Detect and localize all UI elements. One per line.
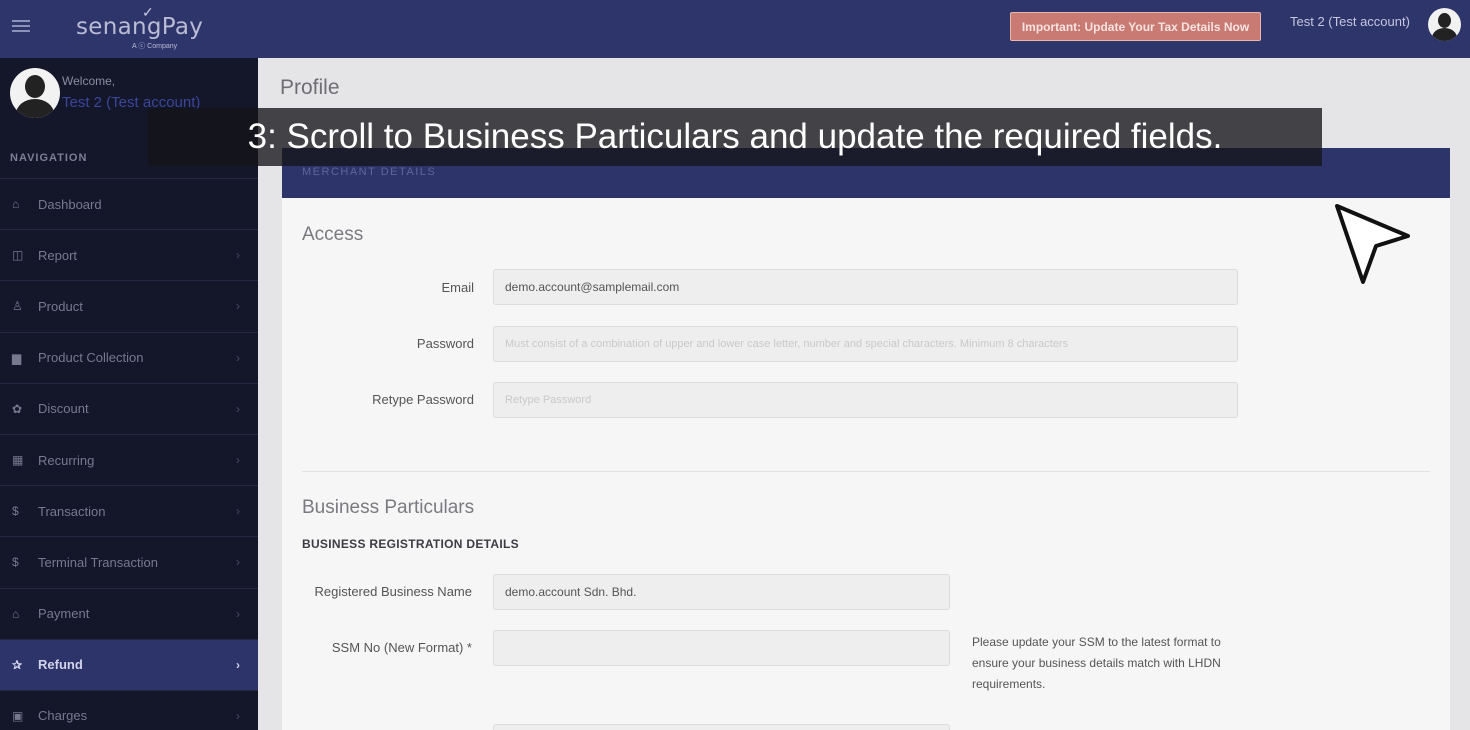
next-field[interactable] bbox=[493, 724, 950, 730]
dollar-icon: $ bbox=[12, 504, 19, 519]
sidebar-item-label: Product bbox=[38, 298, 83, 314]
sidebar-item-label: Discount bbox=[38, 401, 89, 417]
sidebar-item-label: Dashboard bbox=[38, 196, 102, 212]
password-field[interactable]: Must consist of a combination of upper a… bbox=[493, 326, 1238, 362]
dollar-icon: $ bbox=[12, 555, 19, 570]
chevron-right-icon: › bbox=[236, 708, 240, 723]
business-name-label: Registered Business Name bbox=[314, 584, 472, 599]
ssm-number-label: SSM No (New Format) * bbox=[331, 640, 472, 655]
panel-header-title: MERCHANT DETAILS bbox=[302, 166, 437, 178]
sidebar-item-label: Recurring bbox=[38, 452, 95, 468]
sidebar-item-charges[interactable]: ▣ Charges › bbox=[0, 689, 258, 730]
business-name-field[interactable]: demo.account Sdn. Bhd. bbox=[493, 574, 950, 610]
nav-list: ⌂ Dashboard ◫ Report › ♙ Product › ▆ Product Coll… bbox=[0, 178, 258, 730]
merchant-details-panel: MERCHANT DETAILS Access Email demo.accou… bbox=[282, 148, 1450, 730]
money-icon: ▣ bbox=[12, 708, 24, 723]
sidebar-item-transaction[interactable]: $ Transaction › bbox=[0, 485, 258, 536]
chevron-right-icon: › bbox=[236, 504, 240, 519]
sidebar-item-refund[interactable]: ✰ Refund › bbox=[0, 638, 258, 690]
welcome-label: Welcome, bbox=[62, 74, 116, 88]
bank-icon: ⌂ bbox=[12, 606, 20, 621]
sidebar-item-dashboard[interactable]: ⌂ Dashboard bbox=[0, 178, 258, 229]
sidebar-item-label: Transaction bbox=[38, 503, 106, 519]
chevron-right-icon: › bbox=[236, 452, 240, 467]
business-section-title: Business Particulars bbox=[302, 497, 475, 518]
retype-password-label: Retype Password bbox=[372, 392, 474, 407]
access-section-title: Access bbox=[302, 224, 364, 245]
home-icon: ⌂ bbox=[12, 197, 20, 212]
tutorial-caption: 3: Scroll to Business Particulars and up… bbox=[148, 108, 1322, 166]
chevron-right-icon: › bbox=[236, 299, 240, 314]
update-tax-details-button[interactable]: Important: Update Your Tax Details Now bbox=[1010, 12, 1261, 41]
chevron-right-icon: › bbox=[236, 248, 240, 263]
gift-icon: ✿ bbox=[12, 401, 23, 416]
email-label: Email bbox=[441, 280, 474, 295]
user-avatar-icon[interactable] bbox=[1428, 8, 1461, 41]
chevron-right-icon: › bbox=[236, 401, 240, 416]
sidebar-item-discount[interactable]: ✿ Discount › bbox=[0, 382, 258, 434]
chevron-right-icon: › bbox=[236, 555, 240, 570]
sidebar-item-label: Charges bbox=[38, 708, 88, 724]
sidebar-item-label: Product Collection bbox=[38, 350, 144, 366]
chevron-right-icon: › bbox=[236, 657, 240, 672]
sidebar-item-product-collection[interactable]: ▆ Product Collection › bbox=[0, 331, 258, 383]
sidebar-item-recurring[interactable]: ▦ Recurring › bbox=[0, 433, 258, 485]
user-menu-name[interactable]: Test 2 (Test account) bbox=[1290, 14, 1410, 29]
sidebar-item-label: Payment bbox=[38, 606, 90, 622]
refund-icon: ✰ bbox=[12, 657, 23, 672]
page-title: Profile bbox=[280, 76, 340, 99]
chevron-right-icon: › bbox=[236, 350, 240, 365]
nav-heading: NAVIGATION bbox=[10, 152, 88, 164]
avatar bbox=[10, 68, 60, 118]
senangpay-logo[interactable]: ✓ senangPay A ⓒ Company bbox=[76, 4, 203, 52]
email-field[interactable]: demo.account@samplemail.com bbox=[493, 269, 1238, 305]
sidebar-item-label: Refund bbox=[38, 657, 83, 673]
password-label: Password bbox=[416, 336, 474, 351]
ssm-number-field[interactable] bbox=[493, 630, 950, 666]
calendar-icon: ▦ bbox=[12, 453, 24, 468]
business-registration-heading: BUSINESS REGISTRATION DETAILS bbox=[302, 537, 519, 551]
chevron-right-icon: › bbox=[236, 606, 240, 621]
top-bar: ✓ senangPay A ⓒ Company Important: Updat… bbox=[0, 0, 1470, 58]
flask-icon: ♙ bbox=[12, 299, 23, 314]
section-divider bbox=[302, 471, 1430, 472]
sidebar-item-product[interactable]: ♙ Product › bbox=[0, 280, 258, 331]
hamburger-icon[interactable] bbox=[12, 20, 30, 34]
sidebar-item-label: Terminal Transaction bbox=[38, 554, 158, 570]
sidebar-item-report[interactable]: ◫ Report › bbox=[0, 229, 258, 280]
retype-password-field[interactable]: Retype Password bbox=[493, 382, 1238, 418]
report-icon: ◫ bbox=[12, 248, 24, 263]
sidebar-item-label: Report bbox=[38, 247, 78, 263]
sidebar-item-terminal-transaction[interactable]: $ Terminal Transaction › bbox=[0, 536, 258, 587]
sidebar-item-payment[interactable]: ⌂ Payment › bbox=[0, 587, 258, 639]
collection-icon: ▆ bbox=[12, 350, 22, 365]
mouse-cursor-icon bbox=[1335, 204, 1410, 284]
ssm-note: Please update your SSM to the latest for… bbox=[972, 635, 1221, 691]
